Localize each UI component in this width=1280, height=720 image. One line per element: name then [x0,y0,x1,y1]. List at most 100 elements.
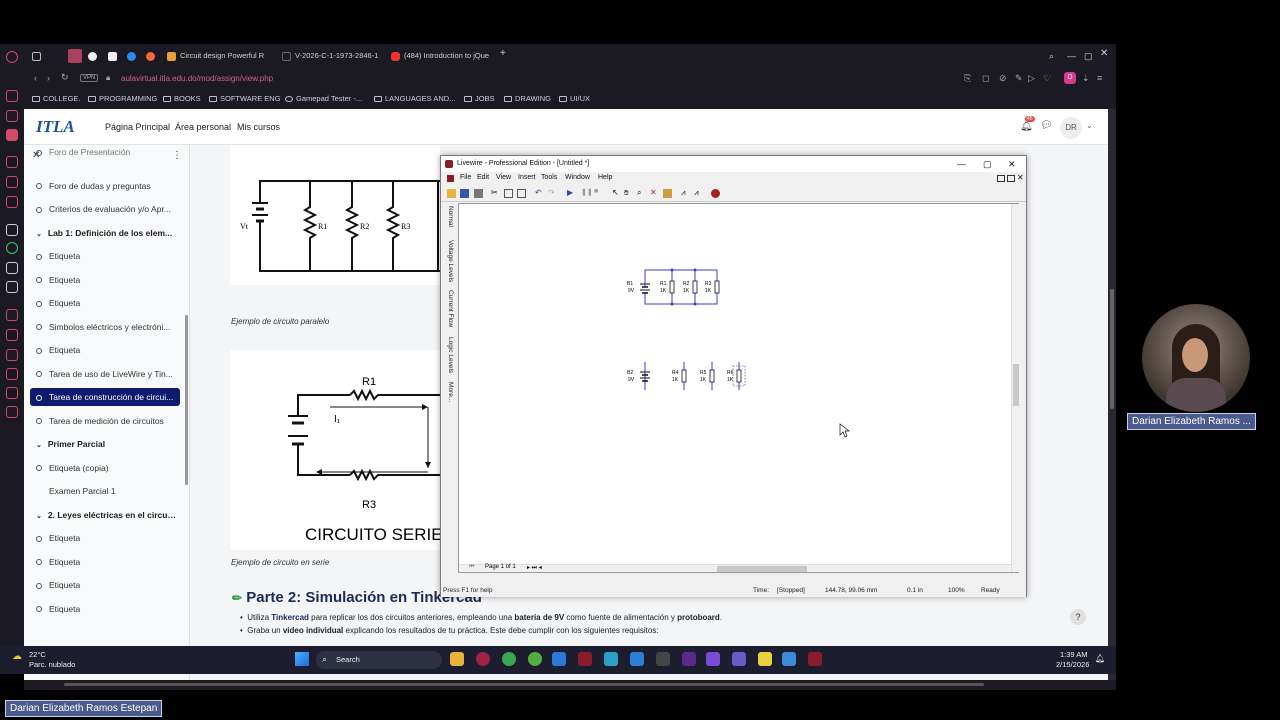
chevron-down-icon[interactable]: ⌄ [36,226,42,242]
adblock-icon[interactable]: ⊘ [999,73,1007,84]
download-icon[interactable]: ⇣ [1082,73,1090,84]
app3-icon[interactable] [706,652,720,666]
file-explorer-icon[interactable] [450,652,464,666]
paste-icon[interactable] [517,189,526,198]
livewire-taskbar-icon[interactable] [578,652,592,666]
chevron-down-icon[interactable]: ⌄ [1086,121,1093,130]
app-icon[interactable] [604,652,618,666]
taskbar-search[interactable]: ⌕ Search [316,651,442,669]
clock-date[interactable]: 2/15/2026 [1056,660,1089,669]
xbox-icon[interactable] [528,652,542,666]
tab-icon-3[interactable] [127,49,139,63]
drawer-item[interactable]: Simbolos eléctricos y electróni... [36,318,176,336]
pan-hand-icon[interactable]: ✋︎ [624,188,633,197]
bookmark-programming[interactable]: PROGRAMMING [88,94,157,103]
bookmark-jobs[interactable]: JOBS [464,94,495,103]
tab-voltage-levels[interactable]: Voltage Levels [444,240,454,284]
drawer-item[interactable]: Foro de Presentación [36,143,176,161]
menu-window[interactable]: Window [565,174,590,181]
lw-minimize-icon[interactable]: — [957,156,966,172]
drawer-section[interactable]: ⌄ Primer Parcial [36,435,176,453]
drawer-item[interactable]: Criterios de evaluación y/o Apr... [36,200,176,218]
opera-icon[interactable] [476,652,490,666]
delete-icon[interactable]: ✕ [650,188,659,197]
next-page-icon[interactable]: ▸ ⏭ ◂ [527,564,542,572]
reload-icon[interactable]: ↻ [61,72,69,83]
graph-icon[interactable]: ⩘ [681,188,690,197]
zoom-icon[interactable]: ⌕ [637,188,646,197]
vpn-icon[interactable]: VPN [80,74,99,82]
livewire-titlebar[interactable]: Livewire - Professional Edition - [Untit… [441,156,1026,172]
snapshot-icon[interactable]: ⎘ [964,73,971,84]
history-icon[interactable] [6,156,18,168]
tab-logic-levels[interactable]: Logic Levels [444,337,454,377]
clock-time[interactable]: 1:39 AM [1060,650,1088,659]
drawer-item[interactable]: Etiqueta [36,529,176,547]
profile-avatar[interactable]: D [1064,72,1076,84]
minimize-icon[interactable]: — [1067,49,1076,63]
terminal-icon[interactable] [656,652,670,666]
drawer-item[interactable]: Etiqueta (copia) [36,459,176,477]
menu-edit[interactable]: Edit [477,174,489,181]
undo-icon[interactable]: ↶ [535,188,544,197]
weather-temp[interactable]: 22°C [29,650,46,659]
app2-icon[interactable] [682,652,696,666]
drawer-item[interactable]: Examen Parcial 1 [36,482,176,500]
heart-icon[interactable]: ♡ [1043,73,1051,84]
cut-icon[interactable]: ✂ [491,188,500,197]
weather-desc[interactable]: Parc. nublado [29,660,75,669]
download-icon[interactable] [6,368,18,380]
nav-pagina-principal[interactable]: Página Principal [105,122,170,132]
lw-close-icon[interactable]: ✕ [1008,156,1016,172]
chevron-down-icon[interactable]: ⌄ [36,508,42,524]
drawer-item[interactable]: Etiqueta [36,271,176,289]
tab-icon-4[interactable] [146,49,158,63]
lw-maximize-icon[interactable]: ▢ [983,156,992,172]
drawer-item[interactable]: Etiqueta [36,247,176,265]
play-sim-icon[interactable]: ▶ [567,188,576,197]
translate-icon[interactable]: ✎ [1015,73,1023,84]
close-icon[interactable]: ✕ [1100,47,1108,61]
user-avatar[interactable]: DR [1060,117,1082,139]
redo-icon[interactable]: ↷ [548,188,557,197]
drawer-item[interactable]: Etiqueta [36,341,176,359]
drawer-scrollbar[interactable] [185,315,188,485]
help-book-icon[interactable] [711,189,720,198]
open-icon[interactable] [447,189,456,198]
workspace-icon[interactable] [6,129,18,141]
bookmark-uiux[interactable]: UI/UX [559,94,590,103]
tab-circuit-design[interactable]: Circuit design Powerful R [167,49,269,63]
weather-icon[interactable]: ☁︎ [12,651,22,662]
drawer-item[interactable]: Tarea de uso de LiveWire y Tin... [36,365,176,383]
clock-icon[interactable] [6,349,18,361]
notification-bell-icon[interactable]: 🔔︎ [1095,654,1105,663]
notes-icon[interactable] [758,652,772,666]
bookmarks-icon[interactable] [6,110,18,122]
menu-file[interactable]: File [460,174,471,181]
app4-icon[interactable] [782,652,796,666]
bookmark-gamepad[interactable]: Gamepad Tester -... [285,94,362,103]
bookmark-languages[interactable]: LANGUAGES AND... [374,94,455,103]
discord-icon[interactable] [6,281,18,293]
help-button[interactable]: ? [1070,609,1086,625]
copy-icon[interactable] [504,189,513,198]
whatsapp-icon[interactable] [6,242,18,254]
back-icon[interactable]: ‹ [34,73,37,83]
menu-icon[interactable]: ≡ [1097,73,1102,83]
new-tab-button[interactable]: + [500,47,506,61]
lw-vertical-scrollbar[interactable] [1011,204,1019,572]
messages-icon[interactable]: 💬︎ [1040,120,1053,131]
gear-icon[interactable] [6,406,18,418]
settings-icon[interactable] [6,224,18,236]
url-input[interactable]: aulavirtual.itla.edu.do/mod/assign/view.… [121,74,273,83]
menu-help[interactable]: Help [598,174,612,181]
bookmark-software-eng[interactable]: SOFTWARE ENG [209,94,281,103]
tab-more[interactable]: More... [444,382,454,412]
mdi-close-icon[interactable]: ✕ [1017,173,1024,182]
probe-icon[interactable]: ⩘ [694,188,703,197]
page-scrollbar[interactable] [1108,109,1116,680]
drawer-section[interactable]: ⌄ 2. Leyes eléctricas en el circui... [36,506,176,524]
pointer-icon[interactable]: ↖ [612,188,621,197]
drawer-item[interactable]: Foro de dudas y preguntas [36,177,176,195]
nav-mis-cursos[interactable]: Mis cursos [237,122,280,132]
